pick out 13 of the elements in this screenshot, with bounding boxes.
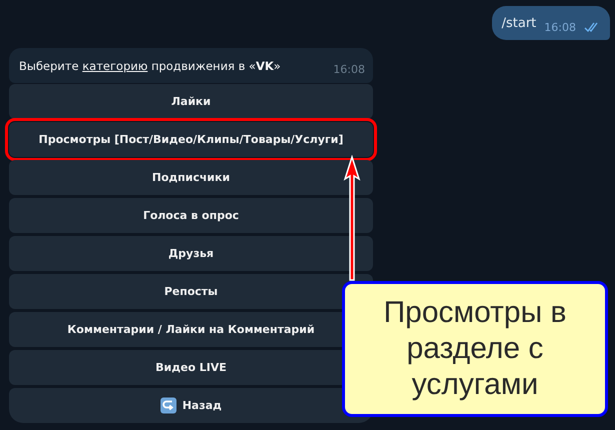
message-text: Выберите категорию продвижения в «VK» <box>19 58 281 72</box>
keyboard-button[interactable]: Лайки <box>9 84 373 119</box>
message-text: /start <box>502 16 536 30</box>
keyboard-button[interactable]: Просмотры [Пост/Видео/Клипы/Товары/Услуги] <box>9 122 373 157</box>
keyboard-button[interactable]: Подписчики <box>9 160 373 195</box>
keyboard-button[interactable]: Друзья <box>9 236 373 271</box>
keyboard-button[interactable]: Назад <box>9 388 373 423</box>
callout-tooltip: Просмотры в разделе с услугами <box>342 281 608 417</box>
message-time: 16:08 <box>333 63 365 76</box>
keyboard-button[interactable]: Голоса в опрос <box>9 198 373 233</box>
keyboard-button[interactable]: Репосты <box>9 274 373 309</box>
message-time: 16:08 <box>544 20 576 34</box>
link[interactable]: категорию <box>82 58 148 72</box>
